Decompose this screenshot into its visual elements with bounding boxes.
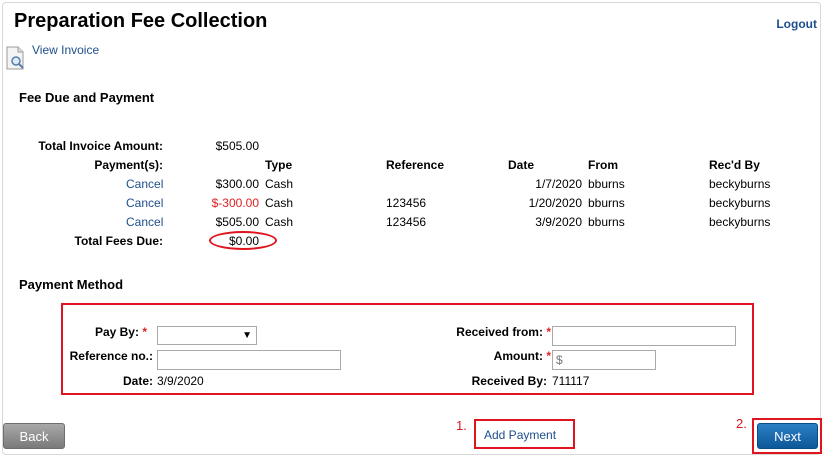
received-by-value: 711117 (552, 374, 590, 388)
document-magnifier-icon[interactable] (6, 46, 26, 72)
date-value: 3/9/2020 (157, 374, 204, 388)
payment-date: 1/7/2020 (535, 177, 582, 191)
payment-amount: $505.00 (215, 215, 259, 229)
cancel-payment-link[interactable]: Cancel (126, 215, 163, 229)
payment-type: Cash (265, 177, 294, 191)
cancel-payment-link[interactable]: Cancel (126, 177, 163, 191)
required-marker: * (546, 349, 551, 363)
step-2-marker: 2. (736, 416, 747, 431)
page-title: Preparation Fee Collection (14, 10, 268, 32)
payment-type: Cash (265, 196, 294, 210)
payment-date: 1/20/2020 (528, 196, 582, 210)
payments-label: Payment(s): (94, 158, 163, 172)
step-1-marker: 1. (456, 418, 467, 433)
payment-recd-by: beckyburns (709, 177, 771, 191)
payment-from: bburns (588, 196, 625, 210)
back-button[interactable]: Back (3, 423, 65, 449)
payment-date: 3/9/2020 (535, 215, 582, 229)
col-type-header: Type (265, 158, 293, 172)
amount-input[interactable] (552, 350, 656, 370)
payment-recd-by: beckyburns (709, 196, 771, 210)
payment-recd-by: beckyburns (709, 215, 771, 229)
payment-method-title: Payment Method (19, 277, 124, 292)
payment-reference: 123456 (386, 215, 427, 229)
cancel-payment-link[interactable]: Cancel (126, 196, 163, 210)
next-button[interactable]: Next (757, 423, 818, 449)
chevron-down-icon: ▼ (242, 330, 252, 341)
total-invoice-label: Total Invoice Amount: (38, 139, 163, 153)
required-marker: * (546, 325, 551, 339)
pay-by-select[interactable]: ▼ (157, 326, 257, 345)
total-fees-highlight-oval (209, 231, 277, 250)
col-from-header: From (588, 158, 618, 172)
reference-no-label: Reference no.: (69, 349, 153, 363)
received-from-label: Received from: * (456, 325, 551, 339)
required-marker: * (142, 325, 147, 339)
col-reference-header: Reference (386, 158, 445, 172)
payment-reference: 123456 (386, 196, 427, 210)
add-payment-button[interactable]: Add Payment (484, 428, 556, 442)
reference-no-input[interactable] (157, 350, 341, 370)
payment-from: bburns (588, 215, 625, 229)
col-date-header: Date (508, 158, 535, 172)
total-invoice-value: $505.00 (215, 139, 259, 153)
col-recd-by-header: Rec'd By (709, 158, 760, 172)
date-label: Date: (122, 374, 153, 388)
received-from-input[interactable] (552, 326, 736, 346)
received-by-label: Received By: (471, 374, 547, 388)
payment-type: Cash (265, 215, 294, 229)
total-fees-label: Total Fees Due: (74, 234, 163, 248)
payment-amount: $300.00 (215, 177, 259, 191)
amount-label: Amount: * (493, 349, 551, 363)
payment-from: bburns (588, 177, 625, 191)
payment-amount: $-300.00 (211, 196, 259, 210)
logout-link[interactable]: Logout (776, 17, 817, 31)
fee-section-title: Fee Due and Payment (19, 90, 155, 105)
pay-by-label: Pay By: * (94, 325, 147, 339)
view-invoice-link[interactable]: View Invoice (32, 43, 99, 57)
